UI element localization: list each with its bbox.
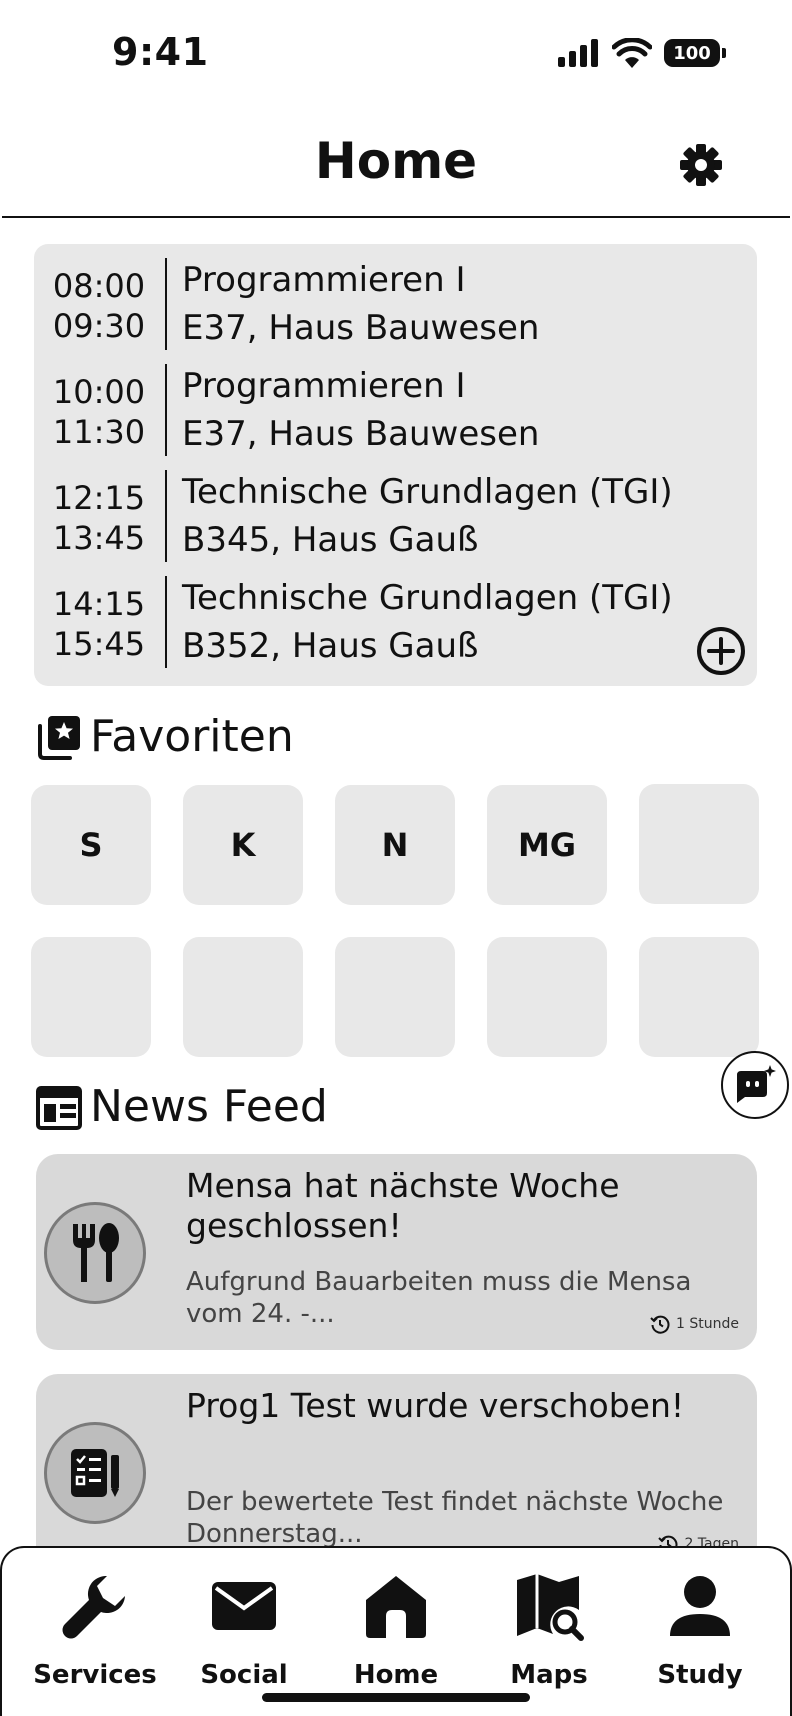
tab-label: Study xyxy=(657,1660,743,1690)
tab-home[interactable]: Home xyxy=(321,1570,471,1690)
news-title: Mensa hat nächste Woche geschlossen! xyxy=(186,1166,620,1245)
bottom-tab-bar: Services Social Home Maps Study xyxy=(0,1546,792,1716)
tab-label: Social xyxy=(200,1660,288,1690)
favorite-tile-empty[interactable] xyxy=(487,937,607,1057)
schedule-entry[interactable]: 08:00 09:30 Programmieren I E37, Haus Ba… xyxy=(34,258,757,350)
person-icon xyxy=(670,1576,730,1636)
news-timestamp: 1 Stunde xyxy=(650,1314,739,1334)
gear-icon xyxy=(680,144,722,186)
course-room: E37, Haus Bauwesen xyxy=(182,308,540,348)
assistant-chat-button[interactable] xyxy=(721,1051,789,1119)
settings-button[interactable] xyxy=(676,140,726,190)
news-feed-title: News Feed xyxy=(90,1081,328,1132)
news-card[interactable]: Mensa hat nächste Woche geschlossen! Auf… xyxy=(36,1154,757,1350)
favorite-tile[interactable]: S xyxy=(31,785,151,905)
tab-maps[interactable]: Maps xyxy=(474,1570,624,1690)
start-time: 10:00 xyxy=(52,373,146,411)
cellular-signal-icon xyxy=(558,39,598,67)
schedule-times: 10:00 11:30 xyxy=(34,372,164,452)
battery-indicator: 100 xyxy=(664,39,726,67)
add-schedule-button[interactable] xyxy=(696,626,746,676)
schedule-times: 12:15 13:45 xyxy=(34,478,164,558)
favorite-tile[interactable]: K xyxy=(183,785,303,905)
tab-label: Home xyxy=(353,1660,439,1690)
page-title: Home xyxy=(314,132,478,190)
favorites-star-icon xyxy=(36,714,82,760)
map-search-icon xyxy=(517,1574,584,1641)
tab-services[interactable]: Services xyxy=(20,1570,170,1690)
news-feed-icon xyxy=(36,1084,82,1130)
course-room: B345, Haus Gauß xyxy=(182,520,479,560)
end-time: 13:45 xyxy=(52,519,146,557)
schedule-divider xyxy=(165,364,167,456)
end-time: 15:45 xyxy=(52,625,146,663)
plus-circle-icon xyxy=(697,627,745,675)
chat-bot-icon xyxy=(737,1065,776,1103)
start-time: 12:15 xyxy=(52,479,146,517)
status-time: 9:41 xyxy=(112,30,209,74)
news-time: 1 Stunde xyxy=(676,1316,739,1332)
start-time: 14:15 xyxy=(52,585,146,623)
course-name: Technische Grundlagen (TGI) xyxy=(182,578,673,618)
home-icon xyxy=(366,1576,426,1638)
schedule-times: 14:15 15:45 xyxy=(34,584,164,664)
status-icons: 100 xyxy=(558,38,726,68)
favorite-tile[interactable]: MG xyxy=(487,785,607,905)
wrench-icon xyxy=(62,1576,125,1639)
schedule-divider xyxy=(165,576,167,668)
course-name: Programmieren I xyxy=(182,260,466,300)
schedule-entry[interactable]: 12:15 13:45 Technische Grundlagen (TGI) … xyxy=(34,470,757,562)
course-name: Programmieren I xyxy=(182,366,466,406)
schedule-divider xyxy=(165,470,167,562)
schedule-entry[interactable]: 14:15 15:45 Technische Grundlagen (TGI) … xyxy=(34,576,757,668)
news-card[interactable]: Prog1 Test wurde verschoben! Der bewerte… xyxy=(36,1374,757,1570)
favorite-tile-empty[interactable] xyxy=(639,937,759,1057)
schedule-divider xyxy=(165,258,167,350)
news-avatar xyxy=(44,1202,146,1304)
wifi-icon xyxy=(612,38,652,68)
end-time: 11:30 xyxy=(52,413,146,451)
tab-study[interactable]: Study xyxy=(625,1570,775,1690)
favorite-tile-empty[interactable] xyxy=(335,937,455,1057)
schedule-entry[interactable]: 10:00 11:30 Programmieren I E37, Haus Ba… xyxy=(34,364,757,456)
tab-social[interactable]: Social xyxy=(169,1570,319,1690)
course-name: Technische Grundlagen (TGI) xyxy=(182,472,673,512)
home-indicator xyxy=(262,1693,530,1702)
schedule-times: 08:00 09:30 xyxy=(34,266,164,346)
mail-icon xyxy=(212,1582,276,1630)
end-time: 09:30 xyxy=(52,307,146,345)
schedule-card[interactable]: 08:00 09:30 Programmieren I E37, Haus Ba… xyxy=(34,244,757,686)
history-icon xyxy=(650,1315,670,1334)
tab-label: Services xyxy=(33,1660,157,1690)
news-title: Prog1 Test wurde verschoben! xyxy=(186,1386,685,1425)
start-time: 08:00 xyxy=(52,267,146,305)
favorite-tile-empty[interactable] xyxy=(31,937,151,1057)
tab-label: Maps xyxy=(510,1660,588,1690)
fork-spoon-icon xyxy=(73,1223,119,1282)
header-divider xyxy=(2,216,790,218)
course-room: E37, Haus Bauwesen xyxy=(182,414,540,454)
favorites-title: Favoriten xyxy=(90,711,294,762)
favorite-tile-empty[interactable] xyxy=(639,784,759,904)
checklist-pen-icon xyxy=(71,1449,119,1497)
course-room: B352, Haus Gauß xyxy=(182,626,479,666)
favorite-tile-empty[interactable] xyxy=(183,937,303,1057)
favorite-tile[interactable]: N xyxy=(335,785,455,905)
news-avatar xyxy=(44,1422,146,1524)
